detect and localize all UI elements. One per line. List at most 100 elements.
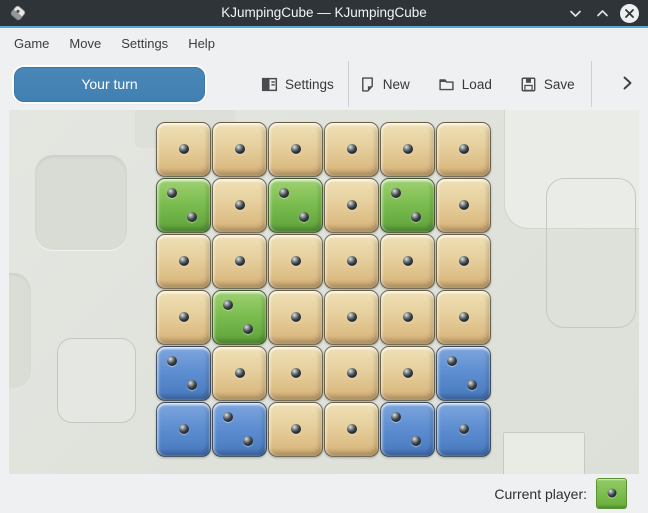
cube-r5c3[interactable] — [268, 346, 323, 401]
cube-r2c2[interactable] — [212, 178, 267, 233]
pip — [291, 144, 301, 154]
pip — [411, 436, 421, 446]
pip — [223, 300, 233, 310]
menu-move[interactable]: Move — [68, 34, 102, 53]
pip — [235, 368, 245, 378]
cube-r2c6[interactable] — [436, 178, 491, 233]
minimize-icon[interactable] — [566, 4, 584, 22]
cube-r6c1[interactable] — [156, 402, 211, 457]
load-button[interactable]: Load — [434, 73, 496, 96]
pip — [235, 200, 245, 210]
pip — [235, 144, 245, 154]
background-decoration — [57, 338, 136, 423]
cube-r1c2[interactable] — [212, 122, 267, 177]
pip — [179, 144, 189, 154]
open-folder-icon — [438, 76, 455, 93]
cube-r6c2[interactable] — [212, 402, 267, 457]
game-board — [156, 122, 491, 457]
maximize-icon[interactable] — [593, 4, 611, 22]
cube-r1c4[interactable] — [324, 122, 379, 177]
pip — [347, 256, 357, 266]
cube-r6c3[interactable] — [268, 402, 323, 457]
pip — [607, 489, 616, 498]
cube-r5c5[interactable] — [380, 346, 435, 401]
menu-game[interactable]: Game — [13, 34, 50, 53]
pip — [187, 212, 197, 222]
pip — [459, 312, 469, 322]
cube-r2c4[interactable] — [324, 178, 379, 233]
status-bar: Current player: — [0, 474, 648, 513]
new-button[interactable]: New — [355, 73, 414, 96]
cube-r3c2[interactable] — [212, 234, 267, 289]
toolbar: Your turn Settings New — [0, 58, 648, 110]
cube-r5c6[interactable] — [436, 346, 491, 401]
cube-r3c6[interactable] — [436, 234, 491, 289]
close-icon[interactable] — [620, 4, 639, 23]
turn-indicator-label: Your turn — [81, 76, 137, 92]
save-button[interactable]: Save — [516, 73, 579, 96]
window-controls — [566, 0, 639, 26]
background-decoration — [35, 155, 127, 250]
cube-r4c3[interactable] — [268, 290, 323, 345]
pip — [467, 380, 477, 390]
pip — [403, 144, 413, 154]
pip — [403, 368, 413, 378]
menu-help[interactable]: Help — [187, 34, 216, 53]
cube-r4c2[interactable] — [212, 290, 267, 345]
cube-r5c4[interactable] — [324, 346, 379, 401]
pip — [291, 424, 301, 434]
game-view — [9, 110, 639, 474]
cube-r1c3[interactable] — [268, 122, 323, 177]
settings-button[interactable]: Settings — [257, 73, 338, 96]
pip — [243, 436, 253, 446]
cube-r2c5[interactable] — [380, 178, 435, 233]
pip — [347, 368, 357, 378]
cube-r2c3[interactable] — [268, 178, 323, 233]
pip — [243, 324, 253, 334]
cube-r1c1[interactable] — [156, 122, 211, 177]
cube-r5c1[interactable] — [156, 346, 211, 401]
settings-button-label: Settings — [285, 77, 334, 92]
cube-r4c5[interactable] — [380, 290, 435, 345]
toolbar-overflow-button[interactable] — [616, 72, 638, 97]
load-button-label: Load — [462, 77, 492, 92]
pip — [391, 188, 401, 198]
cube-r4c6[interactable] — [436, 290, 491, 345]
cube-r3c1[interactable] — [156, 234, 211, 289]
pip — [459, 144, 469, 154]
pip — [459, 424, 469, 434]
pip — [167, 188, 177, 198]
pip — [447, 356, 457, 366]
pip — [291, 256, 301, 266]
cube-r3c5[interactable] — [380, 234, 435, 289]
pip — [459, 200, 469, 210]
new-button-label: New — [383, 77, 410, 92]
cube-r3c3[interactable] — [268, 234, 323, 289]
cube-r5c2[interactable] — [212, 346, 267, 401]
cube-r6c5[interactable] — [380, 402, 435, 457]
cube-r6c6[interactable] — [436, 402, 491, 457]
pip — [179, 256, 189, 266]
pip — [347, 144, 357, 154]
new-document-icon — [359, 76, 376, 93]
pip — [411, 212, 421, 222]
cube-r1c5[interactable] — [380, 122, 435, 177]
cube-r1c6[interactable] — [436, 122, 491, 177]
title-bar: KJumpingCube — KJumpingCube — [0, 0, 648, 28]
pip — [179, 424, 189, 434]
cube-r2c1[interactable] — [156, 178, 211, 233]
pip — [347, 424, 357, 434]
chevron-right-icon — [618, 80, 636, 95]
background-decoration — [9, 273, 31, 388]
cube-r3c4[interactable] — [324, 234, 379, 289]
save-button-label: Save — [544, 77, 575, 92]
cube-r4c1[interactable] — [156, 290, 211, 345]
background-decoration — [546, 178, 636, 328]
cube-r4c4[interactable] — [324, 290, 379, 345]
cube-r6c4[interactable] — [324, 402, 379, 457]
menu-settings[interactable]: Settings — [120, 34, 169, 53]
pip — [167, 356, 177, 366]
pip — [299, 212, 309, 222]
pip — [347, 200, 357, 210]
background-decoration — [503, 432, 585, 474]
